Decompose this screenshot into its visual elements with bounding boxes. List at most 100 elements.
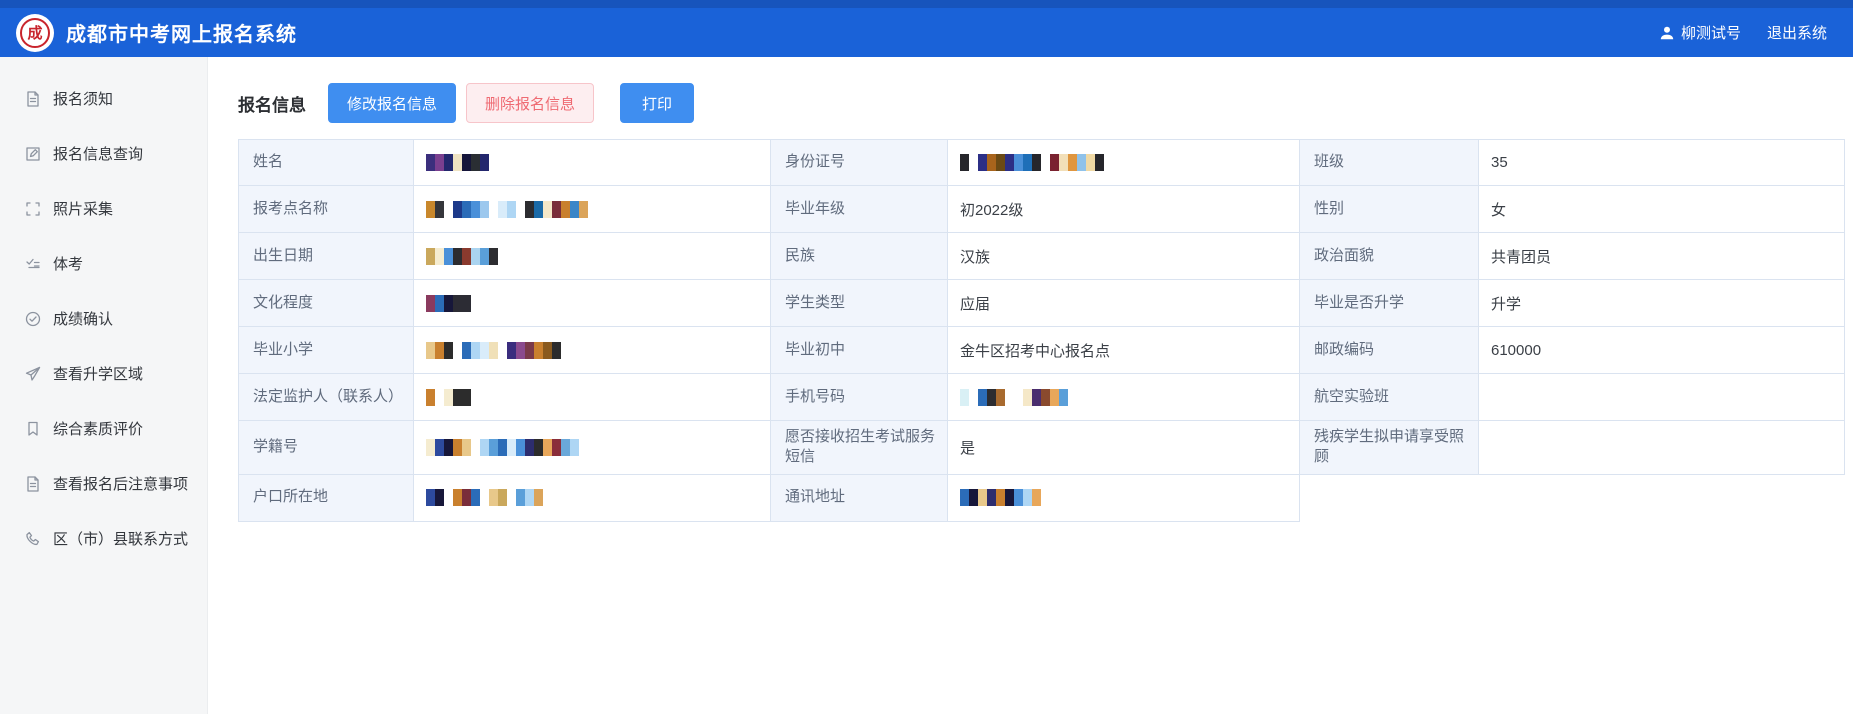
checklist-icon bbox=[24, 255, 42, 273]
sidebar-item-registration-info-query[interactable]: 报名信息查询 bbox=[0, 126, 207, 181]
redacted-birth-date bbox=[426, 247, 498, 265]
field-mailing-address-label: 通讯地址 bbox=[771, 474, 948, 522]
sidebar-item-quality-evaluation[interactable]: 综合素质评价 bbox=[0, 401, 207, 456]
sidebar-menu: 报名须知报名信息查询 照片采集体考成绩确认查看升学区域综合素质评价查看报名后注意事… bbox=[0, 57, 208, 714]
field-reg-point-label: 报考点名称 bbox=[238, 186, 414, 233]
field-postal-code-label: 邮政编码 bbox=[1300, 327, 1479, 374]
field-student-type-value: 应届 bbox=[948, 280, 1300, 327]
field-student-type-label: 学生类型 bbox=[771, 280, 948, 327]
field-political-status-label: 政治面貌 bbox=[1300, 233, 1479, 280]
field-name-value bbox=[414, 139, 771, 186]
field-mailing-address-value bbox=[948, 474, 1300, 522]
redacted-reg-point bbox=[426, 200, 588, 218]
table-row: 学籍号 愿否接收招生考试服务短信是残疾学生拟申请享受照顾 bbox=[238, 421, 1853, 475]
sidebar-item-registration-notice[interactable]: 报名须知 bbox=[0, 71, 207, 126]
redacted-education-level bbox=[426, 294, 471, 312]
field-education-level-value bbox=[414, 280, 771, 327]
edit-square-icon bbox=[24, 145, 42, 163]
sidebar-item-label: 体考 bbox=[53, 256, 84, 273]
app-title: 成都市中考网上报名系统 bbox=[66, 24, 297, 46]
redacted-primary-school bbox=[426, 341, 561, 359]
sidebar-item-physical-exam[interactable]: 体考 bbox=[0, 236, 207, 291]
field-sms-consent-value: 是 bbox=[948, 421, 1300, 475]
user-icon bbox=[1659, 25, 1675, 41]
page-title: 报名信息 bbox=[238, 95, 306, 115]
send-icon bbox=[24, 365, 42, 383]
field-sms-consent-label: 愿否接收招生考试服务短信 bbox=[771, 421, 948, 475]
field-birth-date-label: 出生日期 bbox=[238, 233, 414, 280]
info-table: 姓名 身份证号 班级 35 报考点名称 毕业年级 初2022级 性别女出生日期 民族 汉族 政治面貌… bbox=[238, 139, 1853, 522]
bookmark-icon bbox=[24, 420, 42, 438]
seal-icon: 成 bbox=[20, 17, 50, 48]
delete-registration-button[interactable]: 删除报名信息 bbox=[466, 83, 595, 123]
field-phone-value bbox=[948, 374, 1300, 421]
field-junior-high-label: 毕业初中 bbox=[771, 327, 948, 374]
table-row: 文化程度 学生类型 应届 毕业是否升学 升学 bbox=[238, 280, 1853, 327]
field-ethnicity-value: 汉族 bbox=[948, 233, 1300, 280]
field-ethnicity-label: 民族 bbox=[771, 233, 948, 280]
sidebar-item-label: 查看报名后注意事项 bbox=[53, 476, 189, 493]
logout-button[interactable]: 退出系统 bbox=[1767, 22, 1827, 43]
field-class-label: 班级 bbox=[1300, 139, 1479, 186]
sidebar-item-district-contact-info[interactable]: 区（市）县联系方式 bbox=[0, 511, 207, 566]
main-content: 报名信息 修改报名信息 删除报名信息 打印 姓名 身份证号 班级 35 报考点名称 毕业年… bbox=[208, 57, 1853, 714]
field-postal-code-value: 610000 bbox=[1479, 327, 1845, 374]
user-account-menu[interactable]: 柳测试号 bbox=[1659, 22, 1741, 43]
document-icon bbox=[24, 90, 42, 108]
field-political-status-value: 共青团员 bbox=[1479, 233, 1845, 280]
field-primary-school-label: 毕业小学 bbox=[238, 327, 414, 374]
table-row: 出生日期 民族 汉族 政治面貌 共青团员 bbox=[238, 233, 1853, 280]
scan-icon bbox=[24, 200, 42, 218]
table-row: 户口所在地 通讯地址 bbox=[238, 474, 1853, 522]
field-further-study-value: 升学 bbox=[1479, 280, 1845, 327]
sidebar-item-label: 查看升学区域 bbox=[53, 366, 144, 383]
field-disability-care-label: 残疾学生拟申请享受照顾 bbox=[1300, 421, 1479, 475]
redacted-name bbox=[426, 154, 489, 171]
field-junior-high-value: 金牛区招考中心报名点 bbox=[948, 327, 1300, 374]
field-aviation-class-label: 航空实验班 bbox=[1300, 374, 1479, 421]
phone-icon bbox=[24, 530, 42, 548]
field-guardian-value bbox=[414, 374, 771, 421]
redacted-student-id bbox=[426, 438, 579, 456]
sidebar-item-label: 报名信息查询 bbox=[53, 146, 144, 163]
field-further-study-label: 毕业是否升学 bbox=[1300, 280, 1479, 327]
table-row: 毕业小学 毕业初中 金牛区招考中心报名点 邮政编码 610000 bbox=[238, 327, 1853, 374]
redacted-guardian bbox=[426, 388, 471, 406]
sidebar-item-label: 区（市）县联系方式 bbox=[53, 531, 189, 548]
table-row: 法定监护人（联系人） 手机号码 航空实验班 bbox=[238, 374, 1853, 421]
field-gender-label: 性别 bbox=[1300, 186, 1479, 233]
field-id-number-label: 身份证号 bbox=[771, 139, 948, 186]
field-graduation-grade-label: 毕业年级 bbox=[771, 186, 948, 233]
print-button[interactable]: 打印 bbox=[620, 83, 695, 123]
field-disability-care-value bbox=[1479, 421, 1845, 475]
field-student-id-label: 学籍号 bbox=[238, 421, 414, 475]
field-id-number-value bbox=[948, 139, 1300, 186]
redacted-id-number bbox=[960, 154, 1104, 171]
sidebar-item-post-registration-notes[interactable]: 查看报名后注意事项 bbox=[0, 456, 207, 511]
sidebar-item-label: 成绩确认 bbox=[53, 311, 114, 328]
redacted-residence bbox=[426, 489, 543, 506]
field-gender-value: 女 bbox=[1479, 186, 1845, 233]
edit-registration-button[interactable]: 修改报名信息 bbox=[328, 83, 457, 123]
sidebar-item-label: 照片采集 bbox=[53, 201, 114, 218]
field-guardian-label: 法定监护人（联系人） bbox=[238, 374, 414, 421]
field-aviation-class-value bbox=[1479, 374, 1845, 421]
redacted-mailing-address bbox=[960, 489, 1041, 506]
sidebar-item-photo-collection[interactable]: 照片采集 bbox=[0, 181, 207, 236]
field-primary-school-value bbox=[414, 327, 771, 374]
username: 柳测试号 bbox=[1680, 25, 1741, 42]
field-student-id-value bbox=[414, 421, 771, 475]
sidebar-item-score-confirmation[interactable]: 成绩确认 bbox=[0, 291, 207, 346]
check-circle-icon bbox=[24, 310, 42, 328]
field-phone-label: 手机号码 bbox=[771, 374, 948, 421]
field-reg-point-value bbox=[414, 186, 771, 233]
field-graduation-grade-value: 初2022级 bbox=[948, 186, 1300, 233]
top-header-bar: 成 成都市中考网上报名系统 柳测试号 退出系统 bbox=[0, 0, 1853, 57]
table-row: 报考点名称 毕业年级 初2022级 性别女 bbox=[238, 186, 1853, 233]
redacted-phone bbox=[960, 388, 1068, 406]
field-name-label: 姓名 bbox=[238, 139, 414, 186]
field-residence-value bbox=[414, 474, 771, 522]
field-class-value: 35 bbox=[1479, 139, 1845, 186]
sidebar-item-label: 报名须知 bbox=[53, 91, 114, 108]
sidebar-item-view-enrollment-area[interactable]: 查看升学区域 bbox=[0, 346, 207, 401]
